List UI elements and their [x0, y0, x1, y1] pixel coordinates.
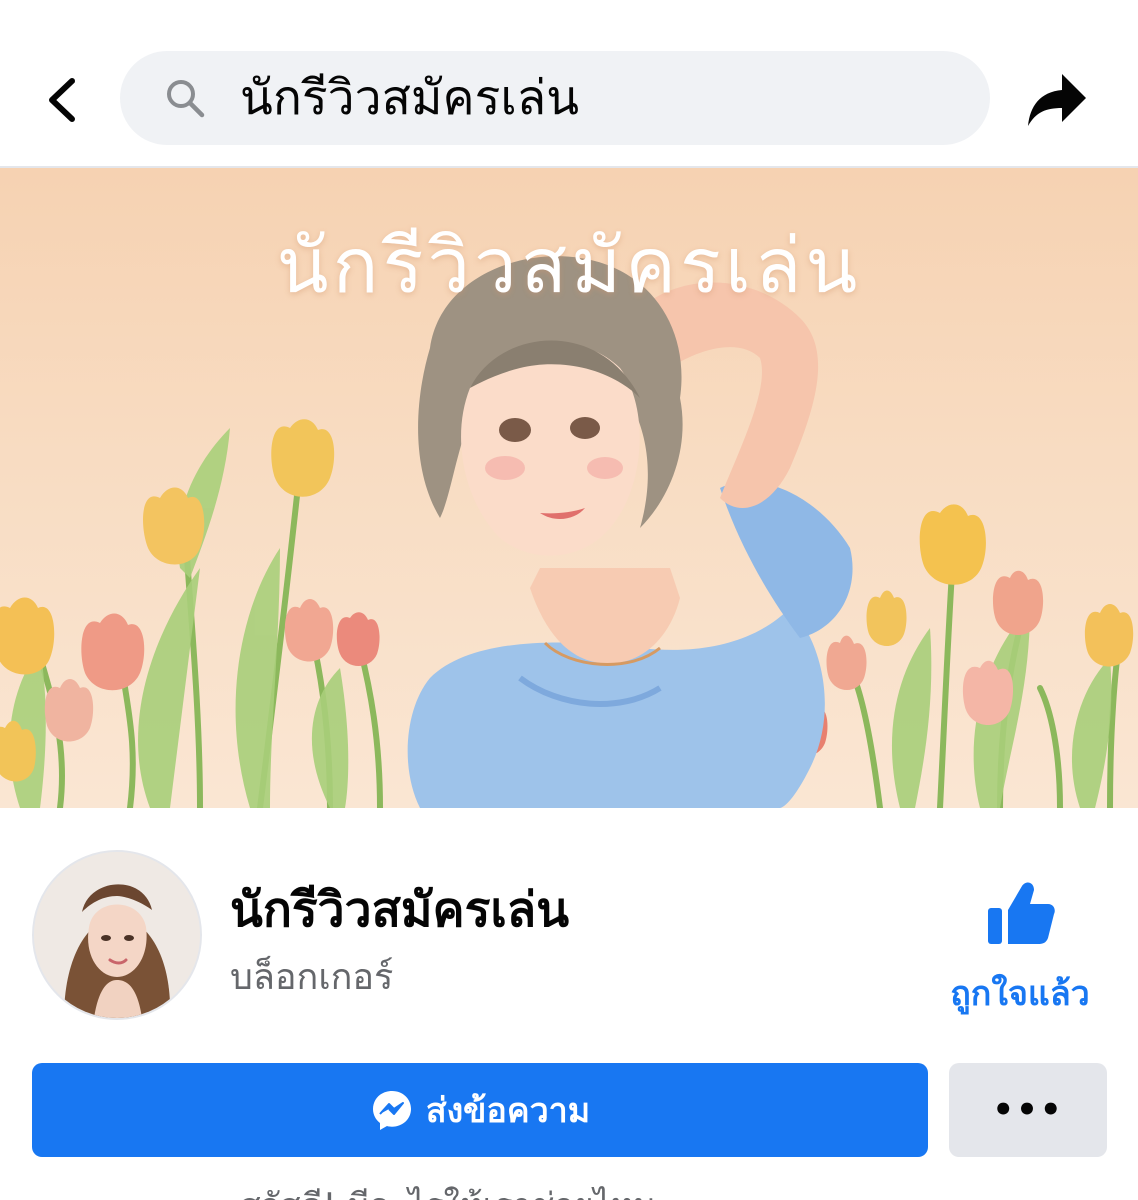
top-search-bar: นักรีวิวสมัครเล่น [0, 0, 1138, 168]
profile-avatar[interactable] [32, 850, 202, 1020]
search-query-text[interactable]: นักรีวิวสมัครเล่น [240, 51, 579, 145]
more-dots-icon: ••• [992, 1090, 1064, 1130]
cover-title-text: นักรีวิวสมัครเล่น [276, 221, 862, 310]
back-button[interactable] [30, 60, 94, 140]
send-message-label: ส่งข้อความ [425, 1091, 591, 1131]
page-screen: นักรีวิวสมัครเล่น นักรีวิวสมัครเล่น นักร… [0, 0, 1138, 1200]
messenger-icon [372, 1091, 411, 1130]
share-button[interactable] [1016, 60, 1096, 140]
share-arrow-icon [1028, 74, 1086, 126]
search-field[interactable]: นักรีวิวสมัครเล่น [120, 51, 990, 145]
liked-button[interactable]: ถูกใจแล้ว [930, 870, 1110, 1020]
liked-label: ถูกใจแล้ว [950, 974, 1090, 1014]
more-options-button[interactable]: ••• [949, 1063, 1107, 1157]
send-message-button[interactable]: ส่งข้อความ [32, 1063, 928, 1157]
greeting-text: สวัสดี! มีอะไรให้เราช่วยไหม [240, 1178, 656, 1200]
thumbs-up-icon [988, 882, 1055, 944]
search-icon [167, 80, 205, 118]
page-name: นักรีวิวสมัครเล่น [230, 882, 570, 938]
cover-photo[interactable]: นักรีวิวสมัครเล่น [0, 168, 1138, 808]
back-chevron-icon [49, 78, 75, 122]
page-category: บล็อกเกอร์ [230, 957, 394, 998]
avatar-photo [34, 852, 200, 1018]
